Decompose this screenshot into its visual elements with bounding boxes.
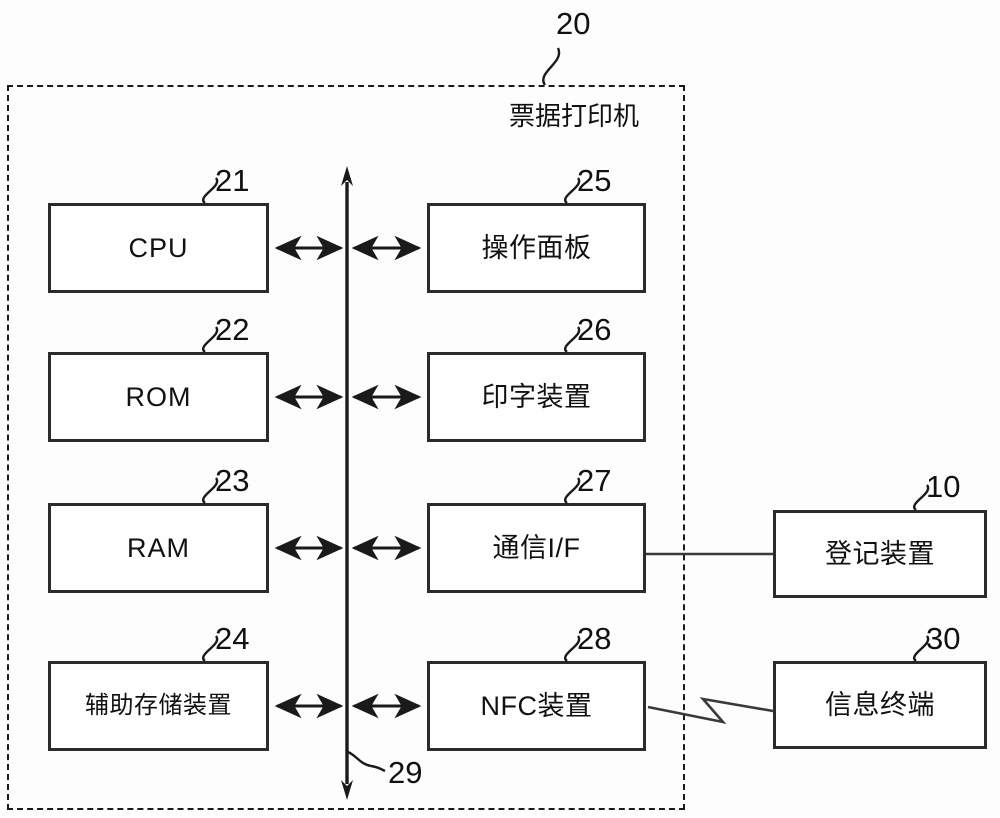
- block-rom-label: ROM: [125, 381, 192, 412]
- block-operation-panel-label: 操作面板: [481, 232, 592, 263]
- block-rom[interactable]: ROM: [48, 352, 269, 442]
- ref-numeral-28: 28: [577, 621, 612, 656]
- ref-numeral-20: 20: [556, 6, 591, 41]
- block-information-terminal-label: 信息终端: [825, 689, 935, 720]
- block-printing-device[interactable]: 印字装置: [427, 352, 646, 442]
- block-registration-device-label: 登记装置: [825, 538, 935, 569]
- block-auxiliary-storage-label: 辅助存储装置: [85, 692, 232, 719]
- enclosure-title: 票据打印机: [509, 101, 640, 131]
- ref-numeral-27: 27: [577, 463, 612, 498]
- ref-numeral-29: 29: [388, 755, 423, 790]
- block-ram[interactable]: RAM: [48, 503, 269, 593]
- block-nfc-device[interactable]: NFC装置: [427, 661, 646, 751]
- block-communication-interface-label: 通信I/F: [492, 532, 581, 563]
- ref-numeral-10: 10: [926, 469, 961, 504]
- diagram-canvas: 票据打印机 20 CPU 21 ROM 22 RAM 23 辅助存储装置 24 …: [0, 0, 1000, 818]
- ref-numeral-23: 23: [215, 463, 250, 498]
- ref-numeral-22: 22: [215, 312, 250, 347]
- block-communication-interface[interactable]: 通信I/F: [427, 503, 646, 593]
- block-auxiliary-storage[interactable]: 辅助存储装置: [48, 661, 269, 751]
- block-cpu[interactable]: CPU: [48, 203, 269, 293]
- ref-numeral-25: 25: [577, 163, 612, 198]
- block-cpu-label: CPU: [128, 232, 189, 263]
- ref-numeral-21: 21: [215, 163, 250, 198]
- block-information-terminal[interactable]: 信息终端: [773, 661, 987, 749]
- ref-numeral-30: 30: [926, 621, 961, 656]
- ref-numeral-26: 26: [577, 312, 612, 347]
- block-ram-label: RAM: [127, 532, 190, 563]
- reference-leader-line: [542, 47, 561, 86]
- block-registration-device[interactable]: 登记装置: [773, 510, 987, 598]
- block-printing-device-label: 印字装置: [481, 381, 592, 412]
- block-nfc-device-label: NFC装置: [480, 690, 593, 721]
- ref-numeral-24: 24: [215, 621, 250, 656]
- block-operation-panel[interactable]: 操作面板: [427, 203, 646, 293]
